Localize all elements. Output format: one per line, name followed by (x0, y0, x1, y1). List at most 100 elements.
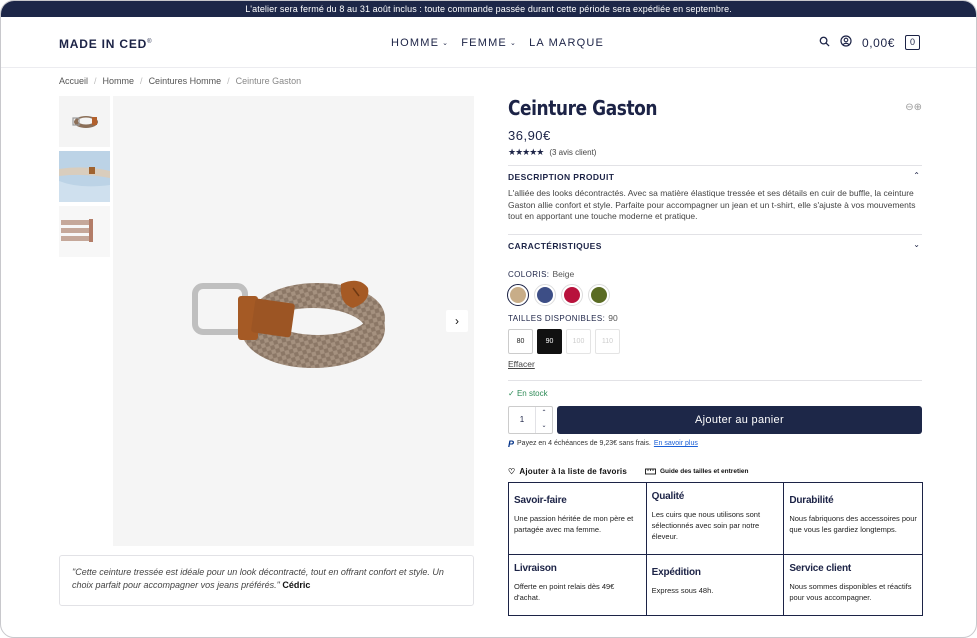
color-label: COLORIS: (508, 269, 550, 279)
main-nav: HOMME ⌄ FEMME ⌄ LA MARQUE (391, 37, 604, 49)
size-option-80[interactable]: 80 (508, 328, 533, 354)
color-swatch-rouge[interactable] (561, 283, 583, 306)
next-image-button[interactable]: › (446, 310, 468, 332)
nav-item-la-marque[interactable]: LA MARQUE (529, 37, 604, 49)
feature-savoir-faire: Savoir-faire Une passion héritée de mon … (509, 483, 647, 555)
header-actions: 0,00€ 0 (819, 35, 920, 50)
next-product-icon[interactable]: ⊕ (914, 102, 922, 113)
search-icon[interactable] (819, 36, 830, 50)
stock-text: En stock (516, 388, 548, 398)
thumbnail-belt-rolled[interactable] (59, 96, 110, 147)
belt-image (192, 280, 385, 368)
check-icon: ✓ (508, 388, 515, 398)
account-icon[interactable] (840, 35, 852, 50)
logo-registered-mark: ® (147, 39, 153, 45)
product-info: Ceinture Gaston ⊖⊕ 36,90€ ★★★★★ (3 avis … (507, 96, 922, 477)
feature-text: Offerte en point relais dès 49€ d'achat. (514, 582, 615, 602)
color-label-row: COLORIS: Beige (508, 269, 922, 279)
feature-title: Qualité (651, 491, 685, 502)
chevron-down-icon: ⌄ (442, 40, 450, 47)
feature-title: Expédition (651, 567, 701, 578)
nav-item-homme[interactable]: HOMME ⌄ (391, 37, 449, 49)
quantity-decrease-icon[interactable]: ⌄ (536, 420, 552, 433)
nav-item-label: FEMME (461, 37, 507, 49)
quantity-input[interactable]: 1 (509, 407, 535, 433)
buy-row: 1 ⌃ ⌄ Ajouter au panier (508, 405, 922, 434)
chevron-down-icon[interactable]: ⌄ (913, 240, 920, 249)
characteristics-section: CARACTÉRISTIQUES ⌄ (508, 233, 922, 255)
nav-item-femme[interactable]: FEMME ⌄ (461, 37, 517, 49)
breadcrumb-item-current: Ceinture Gaston (235, 76, 302, 86)
product-title: Ceinture Gaston (508, 96, 658, 120)
heart-icon: ♡ (508, 467, 516, 476)
quantity-arrows: ⌃ ⌄ (535, 406, 552, 433)
description-toggle[interactable]: DESCRIPTION PRODUIT (508, 172, 922, 182)
logo-text: MADE IN CED (59, 37, 148, 51)
size-label: TAILLES DISPONIBLES: (508, 313, 606, 323)
review-count[interactable]: (3 avis client) (549, 148, 596, 157)
size-guide-link[interactable]: Guide des tailles et entretien (645, 467, 749, 477)
feature-expedition: Expédition Express sous 48h. (647, 555, 785, 615)
page-frame: L'atelier sera fermé du 8 au 31 août inc… (0, 0, 977, 638)
nav-item-label: LA MARQUE (529, 37, 605, 49)
size-guide-label: Guide des tailles et entretien (660, 468, 749, 475)
size-option-100[interactable]: 100 (566, 328, 591, 354)
feature-text: Express sous 48h. (651, 586, 714, 595)
paypal-text: Payez en 4 échéances de 9,23€ sans frais… (517, 440, 651, 447)
product-price: 36,90€ (508, 128, 551, 143)
ruler-icon (645, 467, 656, 477)
feature-text: Nous fabriquons des accessoires pour que… (789, 514, 917, 534)
prev-product-icon[interactable]: ⊖ (905, 102, 913, 113)
stock-status: ✓ En stock (508, 379, 922, 398)
star-rating-icon: ★★★★★ (508, 147, 544, 157)
color-swatch-beige[interactable] (507, 283, 529, 306)
breadcrumb-item-homme[interactable]: Homme (103, 76, 135, 86)
clear-selection-link[interactable]: Effacer (508, 359, 535, 369)
feature-title: Savoir-faire (514, 495, 567, 506)
feature-service-client: Service client Nous sommes disponibles e… (784, 555, 922, 615)
characteristics-toggle[interactable]: CARACTÉRISTIQUES (508, 241, 922, 251)
size-options: 80 90 100 110 (508, 328, 922, 354)
feature-text: Nous sommes disponibles et réactifs pour… (789, 582, 912, 602)
cart-icon[interactable]: 0 (905, 35, 920, 50)
chevron-up-icon[interactable]: ⌃ (913, 171, 920, 180)
feature-qualite: Qualité Les cuirs que nous utilisons son… (646, 483, 785, 555)
cart-total[interactable]: 0,00€ (862, 36, 895, 50)
announcement-bar: L'atelier sera fermé du 8 au 31 août inc… (1, 1, 976, 17)
product-nav-arrows[interactable]: ⊖⊕ (905, 102, 922, 113)
feature-title: Livraison (514, 563, 557, 574)
wishlist-button[interactable]: ♡ Ajouter à la liste de favoris (508, 467, 627, 476)
color-swatch-kaki[interactable] (588, 283, 610, 306)
breadcrumb-separator: / (140, 76, 143, 86)
description-text: L'alliée des looks décontractés. Avec sa… (508, 188, 916, 221)
quote-text: "Cette ceinture tressée est idéale pour … (72, 567, 444, 590)
thumbnail-belt-flat[interactable] (59, 206, 110, 257)
thumbnail-belt-worn[interactable] (59, 151, 110, 202)
breadcrumb-separator: / (94, 76, 97, 86)
add-to-cart-button[interactable]: Ajouter au panier (557, 405, 922, 434)
size-value: 90 (608, 312, 618, 323)
feature-text: Les cuirs que nous utilisons sont sélect… (651, 510, 761, 541)
breadcrumb: Accueil / Homme / Ceintures Homme / Cein… (59, 76, 301, 86)
color-value: Beige (552, 268, 575, 279)
quantity-stepper[interactable]: 1 ⌃ ⌄ (508, 405, 553, 434)
breadcrumb-item-accueil[interactable]: Accueil (59, 76, 88, 86)
breadcrumb-item-ceintures-homme[interactable]: Ceintures Homme (149, 76, 222, 86)
feature-title: Service client (789, 563, 852, 574)
size-label-row: TAILLES DISPONIBLES: 90 (508, 313, 922, 323)
color-swatches (507, 283, 922, 306)
paypal-icon: P (508, 438, 515, 449)
feature-livraison: Livraison Offerte en point relais dès 49… (509, 555, 647, 615)
wishlist-label: Ajouter à la liste de favoris (519, 467, 627, 476)
logo[interactable]: MADE IN CED® (59, 37, 152, 51)
rating[interactable]: ★★★★★ (3 avis client) (508, 147, 922, 158)
paypal-learn-more-link[interactable]: En savoir plus (654, 440, 698, 447)
feature-text: Une passion héritée de mon père et parta… (514, 514, 634, 534)
site-header: MADE IN CED® HOMME ⌄ FEMME ⌄ LA MARQUE 0,0… (1, 17, 976, 68)
color-swatch-bleu[interactable] (534, 283, 556, 306)
quote-author: Cédric (282, 580, 311, 590)
size-option-90[interactable]: 90 (537, 328, 562, 354)
quantity-increase-icon[interactable]: ⌃ (536, 407, 552, 420)
size-option-110[interactable]: 110 (595, 328, 620, 354)
breadcrumb-separator: / (227, 76, 230, 86)
